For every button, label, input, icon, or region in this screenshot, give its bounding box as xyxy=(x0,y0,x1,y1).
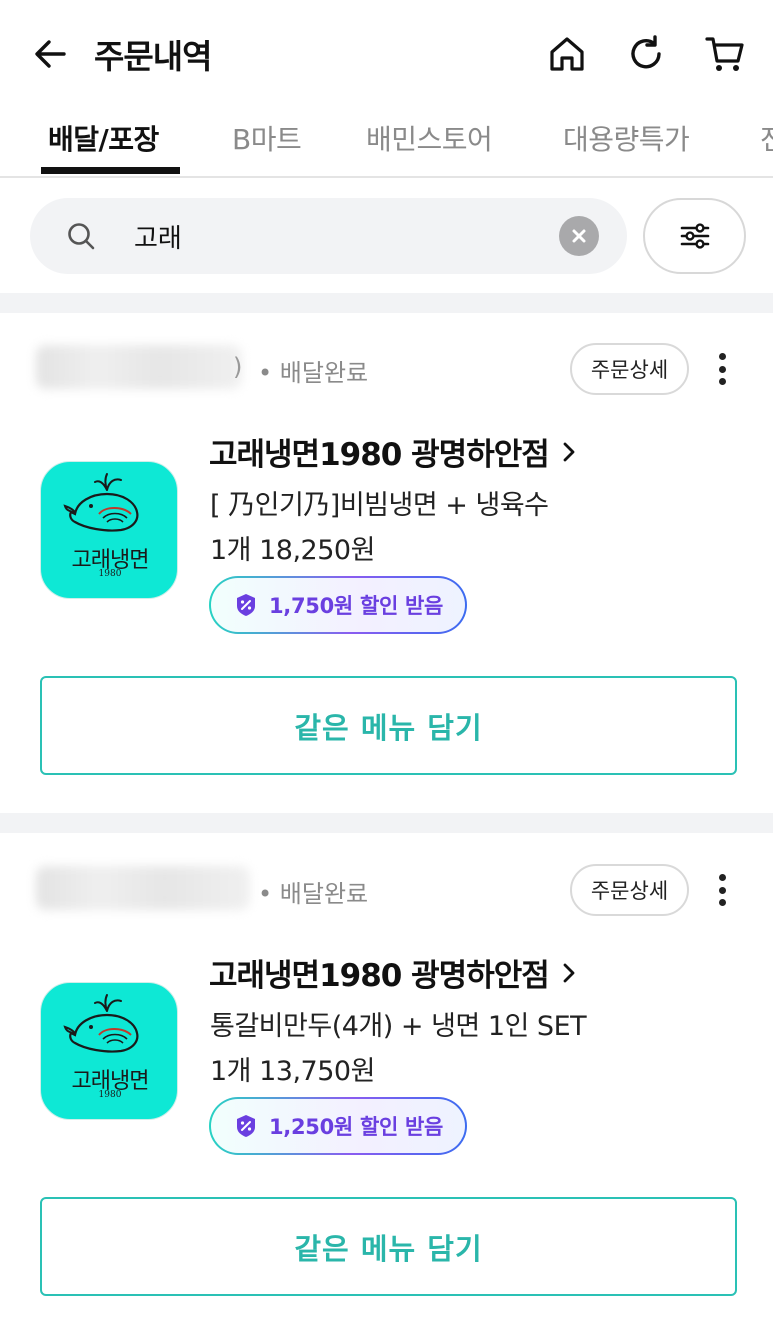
store-name: 고래냉면1980 광명하안점 xyxy=(209,958,550,994)
category-tabs: 배달/포장 B마트 배민스토어 대용량특가 전 xyxy=(0,108,773,178)
coupon-icon xyxy=(237,1115,255,1137)
chevron-right-icon xyxy=(563,963,575,982)
section-divider xyxy=(0,293,773,313)
cart-button[interactable] xyxy=(703,32,747,76)
search-icon xyxy=(68,223,95,250)
search-query: 고래 xyxy=(134,224,182,254)
menu-name: 통갈비만두(4개) + 냉면 1인 SET xyxy=(210,1011,587,1042)
store-name-link[interactable]: 고래냉면1980 광명하안점 xyxy=(209,950,577,995)
store-name-link[interactable]: 고래냉면1980 광명하안점 xyxy=(209,429,577,474)
tab-bulk-special[interactable]: 대용량특가 xyxy=(563,118,690,158)
logo-year: 1980 xyxy=(98,569,122,579)
cart-icon xyxy=(705,37,744,71)
menu-name: [ 乃인기乃]비빔냉면 + 냉육수 xyxy=(210,490,549,521)
order-date-blurred xyxy=(36,866,250,910)
discount-badge: 1,250원 할인 받음 xyxy=(209,1097,468,1155)
whale-logo-icon xyxy=(63,994,139,1053)
more-options-button[interactable] xyxy=(704,866,740,914)
tab-more[interactable]: 전 xyxy=(760,118,773,158)
store-logo[interactable]: 고래냉면 1980 xyxy=(40,982,178,1120)
refresh-icon xyxy=(631,35,661,69)
clear-search-button[interactable] xyxy=(559,216,599,256)
back-arrow-icon xyxy=(35,40,66,68)
add-same-menu-button[interactable]: 같은 메뉴 담기 xyxy=(40,1197,737,1296)
page-title: 주문내역 xyxy=(94,37,212,76)
order-status: • 배달완료 xyxy=(258,880,369,908)
clear-icon xyxy=(572,229,586,243)
quantity-price: 1개 13,750원 xyxy=(210,1056,375,1087)
active-tab-indicator xyxy=(41,167,180,174)
order-detail-button[interactable]: 주문상세 xyxy=(570,343,689,395)
discount-text: 1,250원 할인 받음 xyxy=(269,1115,444,1139)
order-card: ) • 배달완료 주문상세 고래냉면 1980 고래냉면1980 광명하안점 [… xyxy=(0,313,773,813)
section-divider xyxy=(0,813,773,833)
discount-badge: 1,750원 할인 받음 xyxy=(209,576,468,634)
order-status: • 배달완료 xyxy=(258,359,369,387)
discount-text: 1,750원 할인 받음 xyxy=(269,594,444,618)
filter-icon xyxy=(680,223,709,249)
tab-bmart[interactable]: B마트 xyxy=(232,118,302,158)
order-card: • 배달완료 주문상세 고래냉면 1980 고래냉면1980 광명하안점 통갈비… xyxy=(0,834,773,1334)
add-same-menu-button[interactable]: 같은 메뉴 담기 xyxy=(40,676,737,775)
order-date-suffix: ) xyxy=(233,353,243,381)
whale-logo-icon xyxy=(63,473,139,532)
more-options-button[interactable] xyxy=(704,345,740,393)
store-name: 고래냉면1980 광명하안점 xyxy=(209,437,550,473)
coupon-icon xyxy=(237,594,255,616)
store-logo[interactable]: 고래냉면 1980 xyxy=(40,461,178,599)
back-button[interactable] xyxy=(28,32,72,76)
tab-delivery[interactable]: 배달/포장 xyxy=(48,118,159,158)
order-date-blurred xyxy=(36,345,242,389)
order-detail-button[interactable]: 주문상세 xyxy=(570,864,689,916)
search-input[interactable]: 고래 xyxy=(30,198,627,274)
top-header: 주문내역 xyxy=(0,0,773,108)
logo-year: 1980 xyxy=(98,1090,122,1100)
refresh-button[interactable] xyxy=(624,32,668,76)
home-icon xyxy=(550,37,584,71)
quantity-price: 1개 18,250원 xyxy=(210,535,375,566)
home-button[interactable] xyxy=(545,32,589,76)
filter-button[interactable] xyxy=(643,198,746,274)
chevron-right-icon xyxy=(563,442,575,461)
tab-baemin-store[interactable]: 배민스토어 xyxy=(366,118,493,158)
